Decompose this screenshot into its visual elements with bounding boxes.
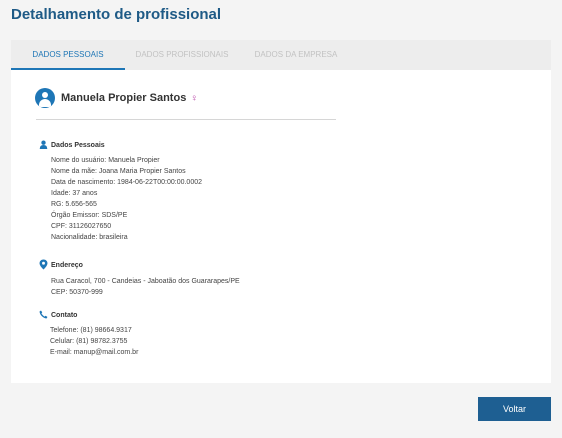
contact-section: Contato Telefone: (81) 98664.9317 Celula… (38, 310, 138, 358)
tab-dados-empresa[interactable]: DADOS DA EMPRESA (239, 40, 353, 70)
phone-icon (38, 310, 48, 321)
address-section: Endereço Rua Caracol, 700 - Candeias - J… (38, 259, 240, 298)
user-circle-icon (35, 88, 55, 108)
personal-section: Dados Pessoais Nome do usuário: Manuela … (38, 140, 202, 243)
info-line: E-mail: manup@mail.com.br (50, 349, 139, 356)
profile-header: Manuela Propier Santos ♀ (35, 88, 198, 108)
info-line: Idade: 37 anos (51, 190, 98, 197)
tab-dados-pessoais[interactable]: DADOS PESSOAIS (11, 40, 125, 70)
info-line: Telefone: (81) 98664.9317 (50, 327, 132, 334)
page-title: Detalhamento de profissional (11, 6, 222, 23)
info-line: Nome do usuário: Manuela Propier (51, 157, 160, 164)
section-title-personal: Dados Pessoais (51, 142, 105, 149)
section-title-address: Endereço (51, 262, 83, 269)
back-button[interactable]: Voltar (478, 397, 551, 421)
details-card: DADOS PESSOAIS DADOS PROFISSIONAIS DADOS… (11, 40, 551, 383)
info-line: Nacionalidade: brasileira (51, 234, 128, 241)
tab-bar: DADOS PESSOAIS DADOS PROFISSIONAIS DADOS… (11, 40, 551, 70)
female-icon: ♀ (190, 92, 198, 104)
person-icon (38, 140, 48, 151)
map-pin-icon (38, 259, 48, 272)
profile-name: Manuela Propier Santos (61, 92, 187, 104)
info-line: CPF: 31126027650 (51, 223, 112, 230)
tab-dados-profissionais[interactable]: DADOS PROFISSIONAIS (125, 40, 239, 70)
info-line: Nome da mãe: Joana Maria Propier Santos (51, 168, 186, 175)
info-line: CEP: 50370-999 (51, 289, 103, 296)
info-line: Rua Caracol, 700 - Candeias - Jaboatão d… (51, 278, 240, 285)
divider (36, 119, 336, 120)
info-line: RG: 5.656-565 (51, 201, 97, 208)
info-line: Órgão Emissor: SDS/PE (51, 212, 128, 219)
section-title-contact: Contato (51, 312, 78, 319)
info-line: Data de nascimento: 1984-06-22T00:00:00.… (51, 179, 202, 186)
info-line: Celular: (81) 98782.3755 (50, 338, 128, 345)
